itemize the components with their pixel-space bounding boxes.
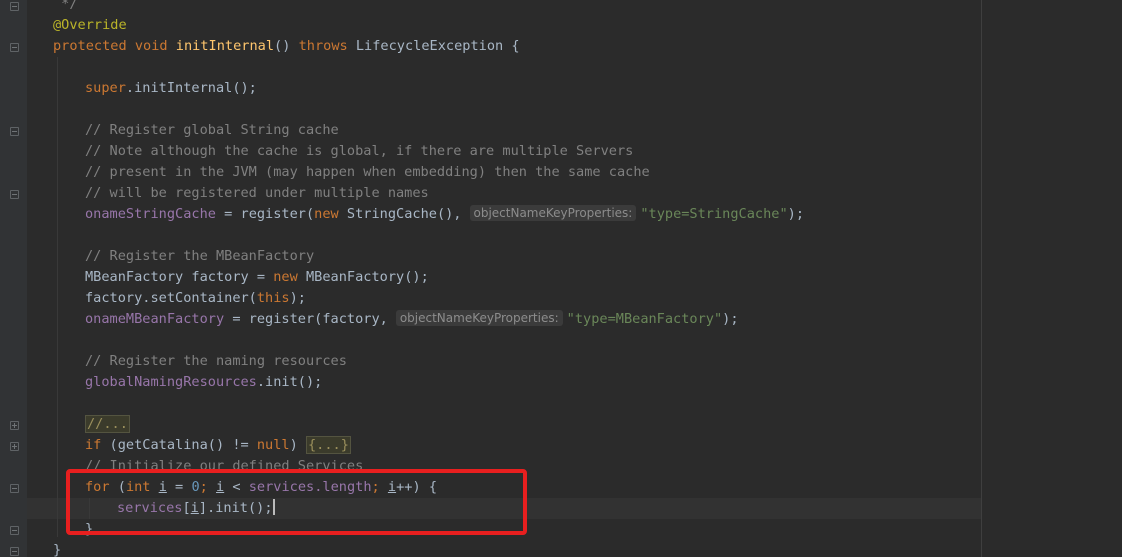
keyword: new: [273, 269, 298, 285]
keyword: new: [314, 206, 339, 222]
keyword: this: [256, 290, 290, 306]
fold-icon[interactable]: [10, 484, 19, 493]
parameter-hint: objectNameKeyProperties:: [469, 205, 637, 221]
highlight-annotation-box: [66, 469, 527, 535]
folded-code-block[interactable]: {...}: [306, 436, 351, 454]
code-editor[interactable]: */ @Override protected void initInternal…: [0, 0, 1122, 557]
comment-line: // Register the MBeanFactory: [85, 248, 315, 264]
fold-icon[interactable]: [10, 190, 19, 199]
fold-icon[interactable]: [10, 526, 19, 535]
code-line: @Override: [53, 15, 127, 36]
comment-line: // Note although the cache is global, if…: [85, 143, 634, 159]
annotation-text: @Override: [53, 17, 127, 33]
fold-expand-icon[interactable]: [10, 421, 19, 430]
field-name: onameMBeanFactory: [85, 311, 225, 327]
keyword: super: [85, 80, 126, 96]
code-text: MBeanFactory factory =: [85, 269, 274, 285]
editor-gutter: [0, 0, 27, 557]
field-name: globalNamingResources: [85, 374, 257, 390]
parameter-hint: objectNameKeyProperties:: [395, 310, 563, 326]
code-text: );: [289, 290, 306, 306]
code-text: = register(factory,: [224, 311, 388, 327]
fold-icon[interactable]: [10, 547, 19, 556]
code-text: ): [289, 437, 306, 453]
code-line: if (getCatalina() != null) {...}: [85, 435, 351, 456]
method-name: initInternal: [175, 38, 275, 54]
keyword: void: [134, 38, 168, 54]
comment-line: // Register the naming resources: [85, 353, 347, 369]
code-text: factory.setContainer(: [85, 290, 257, 306]
code-text: = register(: [215, 206, 315, 222]
comment-line: // Register global String cache: [85, 122, 339, 138]
fold-expand-icon[interactable]: [10, 442, 19, 451]
code-text: );: [787, 206, 805, 222]
keyword: throws: [298, 38, 348, 54]
code-text: (getCatalina() !=: [101, 437, 257, 453]
code-text: (): [274, 38, 299, 54]
indent-guide: [57, 57, 58, 537]
code-line: */: [53, 0, 78, 15]
keyword: if: [85, 437, 102, 453]
code-line: factory.setContainer(this);: [85, 288, 306, 309]
code-line: onameMBeanFactory = register(factory, obj…: [85, 309, 739, 330]
code-text: .initInternal();: [125, 80, 257, 96]
method-signature-line: protected void initInternal() throws Lif…: [53, 36, 520, 57]
code-text: .init();: [256, 374, 323, 390]
code-line: super.initInternal();: [85, 78, 257, 99]
comment-line: // present in the JVM (may happen when e…: [85, 164, 650, 180]
code-line[interactable]: //...: [85, 414, 130, 435]
fold-icon[interactable]: [10, 43, 19, 52]
field-name: onameStringCache: [85, 206, 216, 222]
string-literal: "type=StringCache": [640, 206, 788, 222]
folded-comment[interactable]: //...: [85, 415, 130, 433]
code-line: MBeanFactory factory = new MBeanFactory(…: [85, 267, 429, 288]
code-text: LifecycleException {: [347, 38, 520, 54]
fold-icon[interactable]: [10, 127, 19, 136]
code-line: globalNamingResources.init();: [85, 372, 322, 393]
code-text: );: [722, 311, 739, 327]
keyword: null: [256, 437, 290, 453]
fold-icon[interactable]: [10, 2, 19, 11]
keyword: protected: [53, 38, 127, 54]
right-margin-guide: [981, 0, 982, 557]
comment-line: // will be registered under multiple nam…: [85, 185, 429, 201]
comment-text: */: [53, 0, 78, 12]
code-line: onameStringCache = register(new StringCa…: [85, 204, 804, 225]
string-literal: "type=MBeanFactory": [566, 311, 723, 327]
code-text: StringCache(),: [338, 206, 462, 222]
code-text: MBeanFactory();: [297, 269, 429, 285]
code-line: }: [53, 542, 62, 557]
